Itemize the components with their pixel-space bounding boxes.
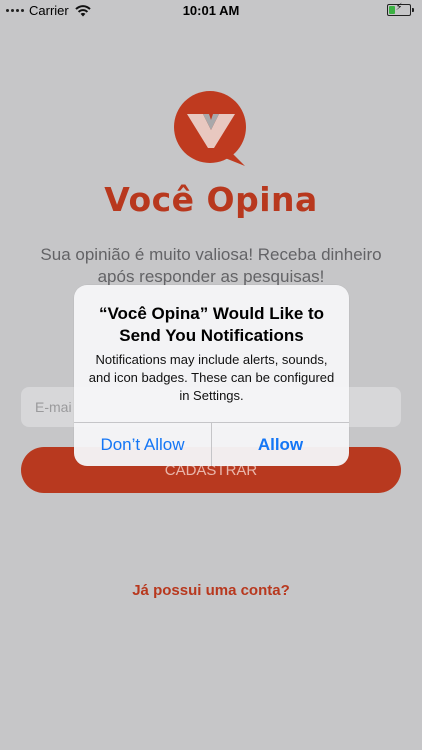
battery-nub <box>412 8 414 12</box>
status-bar: Carrier 10:01 AM ⚡ <box>0 0 422 22</box>
email-placeholder: E-mai <box>35 399 72 415</box>
app-screen: Carrier 10:01 AM ⚡ Você Opina Sua opiniã… <box>0 0 422 750</box>
tagline: Sua opinião é muito valiosa! Receba dinh… <box>40 245 382 286</box>
notification-permission-alert: “Você Opina” Would Like to Send You Noti… <box>74 285 349 466</box>
status-right: ⚡ <box>387 2 414 16</box>
status-time: 10:01 AM <box>182 3 240 18</box>
alert-title: “Você Opina” Would Like to Send You Noti… <box>98 304 325 345</box>
dont-allow-button[interactable]: Don’t Allow <box>74 423 211 466</box>
login-link[interactable]: Já possui uma conta? <box>0 582 422 599</box>
allow-button[interactable]: Allow <box>212 423 349 466</box>
battery-charging-icon: ⚡ <box>387 2 411 16</box>
alert-message: Notifications may include alerts, sounds… <box>88 352 335 403</box>
brand-name: Você Opina <box>104 180 318 219</box>
charging-bolt-icon: ⚡ <box>395 2 403 13</box>
checkmark-speech-bubble-logo <box>174 91 246 166</box>
